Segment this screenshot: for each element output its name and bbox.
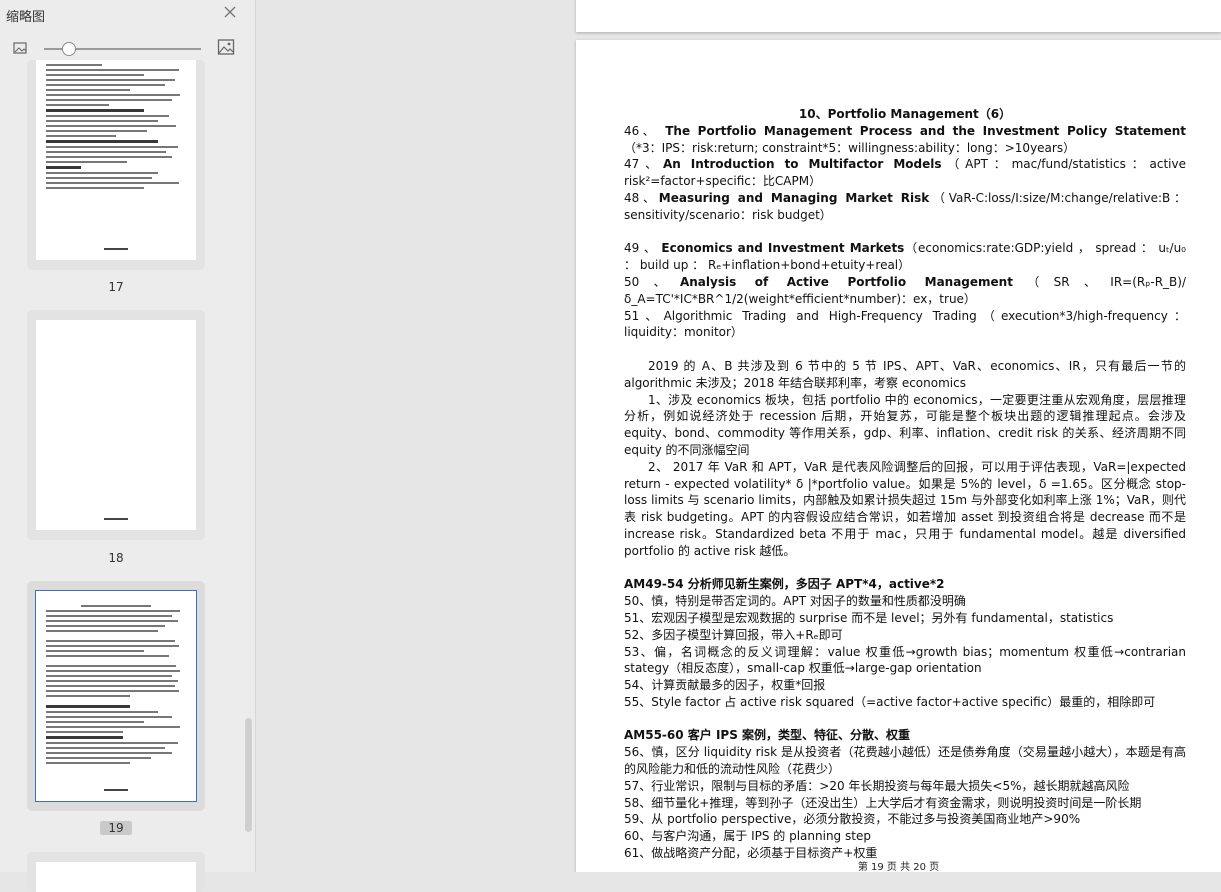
zoom-slider-handle[interactable] [61,42,76,56]
list-item: 57、行业常识，限制与目标的矛盾：>20 年长期投资与每年最大损失<5%，越长期… [624,778,1130,793]
thumbnail-label-18[interactable]: 18 [86,551,146,565]
page-content: 10、Portfolio Management（6） 46、 The Portf… [624,106,1186,862]
page-footer: 第 19 页 共 20 页 [857,862,940,872]
list-item: 46、 The Portfolio Management Process and… [624,123,1186,155]
list-item: 52、多因子模型计算回报，带入+Rₑ即可 [624,627,843,642]
section-heading: AM49-54 分析师见新生案例，多因子 APT*4，active*2 [624,577,945,592]
page-heading: 10、Portfolio Management（6） [798,107,1012,121]
thumbnail-zoom-control [0,38,255,60]
list-item: 51、宏观因子模型是宏观数据的 surprise 而不是 level；另外有 f… [624,610,1114,625]
list-item: 60、与客户沟通，属于 IPS 的 planning step [624,829,871,844]
thumbnail-card-18[interactable] [27,310,205,540]
document-page: 10、Portfolio Management（6） 46、 The Portf… [576,40,1221,872]
previous-page [576,0,1221,32]
thumbnail-card-20[interactable] [27,852,205,892]
list-item: 59、从 portfolio perspective，必须分散投资，不能过多与投… [624,812,1081,827]
paragraph: 2019 的 A、B 共涉及到 6 节中的 5 节 IPS、APT、VaR、ec… [624,358,1186,390]
thumbnail-label-19[interactable]: 19 [100,821,132,835]
thumbnail-page-image[interactable] [36,862,196,892]
list-item: 47、An Introduction to Multifactor Models… [624,157,1186,189]
sidebar-scrollbar[interactable] [245,718,252,832]
thumbnail-page-image[interactable] [35,590,197,802]
thumbnail-page-image[interactable] [36,60,196,260]
document-view[interactable]: 10、Portfolio Management（6） 46、 The Portf… [256,0,1221,872]
list-item: 53、偏，名词概念的反义词理解：value 权重低→growth bias；mo… [624,644,1186,676]
list-item: 51、Algorithmic Trading and High-Frequenc… [624,308,1187,340]
list-item: 49 、 Economics and Investment Markets（ec… [624,241,1186,273]
thumbnail-page-image[interactable] [36,320,196,530]
list-item: 55、Style factor 占 active risk squared（=a… [624,694,1156,709]
list-item: 50、Analysis of Active Portfolio Manageme… [624,274,1186,306]
thumbnail-card-17[interactable] [27,60,205,270]
list-item: 56、慎，区分 liquidity risk 是从投资者（花费越小越低）还是债券… [624,745,1186,777]
paragraph: 2、 2017 年 VaR 和 APT，VaR 是代表风险调整后的回报，可以用于… [624,459,1186,558]
thumbnail-label-17[interactable]: 17 [86,280,146,294]
thumbnail-card-19[interactable] [27,581,205,811]
thumbnail-sidebar: 缩略图 17 18 19 [0,0,256,892]
image-small-icon[interactable] [12,40,28,56]
paragraph: 1、涉及 economics 板块，包括 portfolio 中的 econom… [624,392,1186,457]
section-heading: AM55-60 客户 IPS 案例，类型、特征、分散、权重 [624,728,911,743]
image-large-icon[interactable] [217,38,235,56]
list-item: 50、慎，特别是带否定词的。APT 对因子的数量和性质都没明确 [624,594,966,609]
list-item: 58、细节量化+推理，等到孙子（还没出生）上大学后才有资金需求，则说明投资时间是… [624,795,1142,810]
sidebar-title: 缩略图 [6,10,46,25]
list-item: 48、Measuring and Managing Market Risk（Va… [624,190,1186,222]
list-item: 54、计算贡献最多的因子，权重*回报 [624,678,826,693]
close-icon[interactable] [222,4,238,20]
